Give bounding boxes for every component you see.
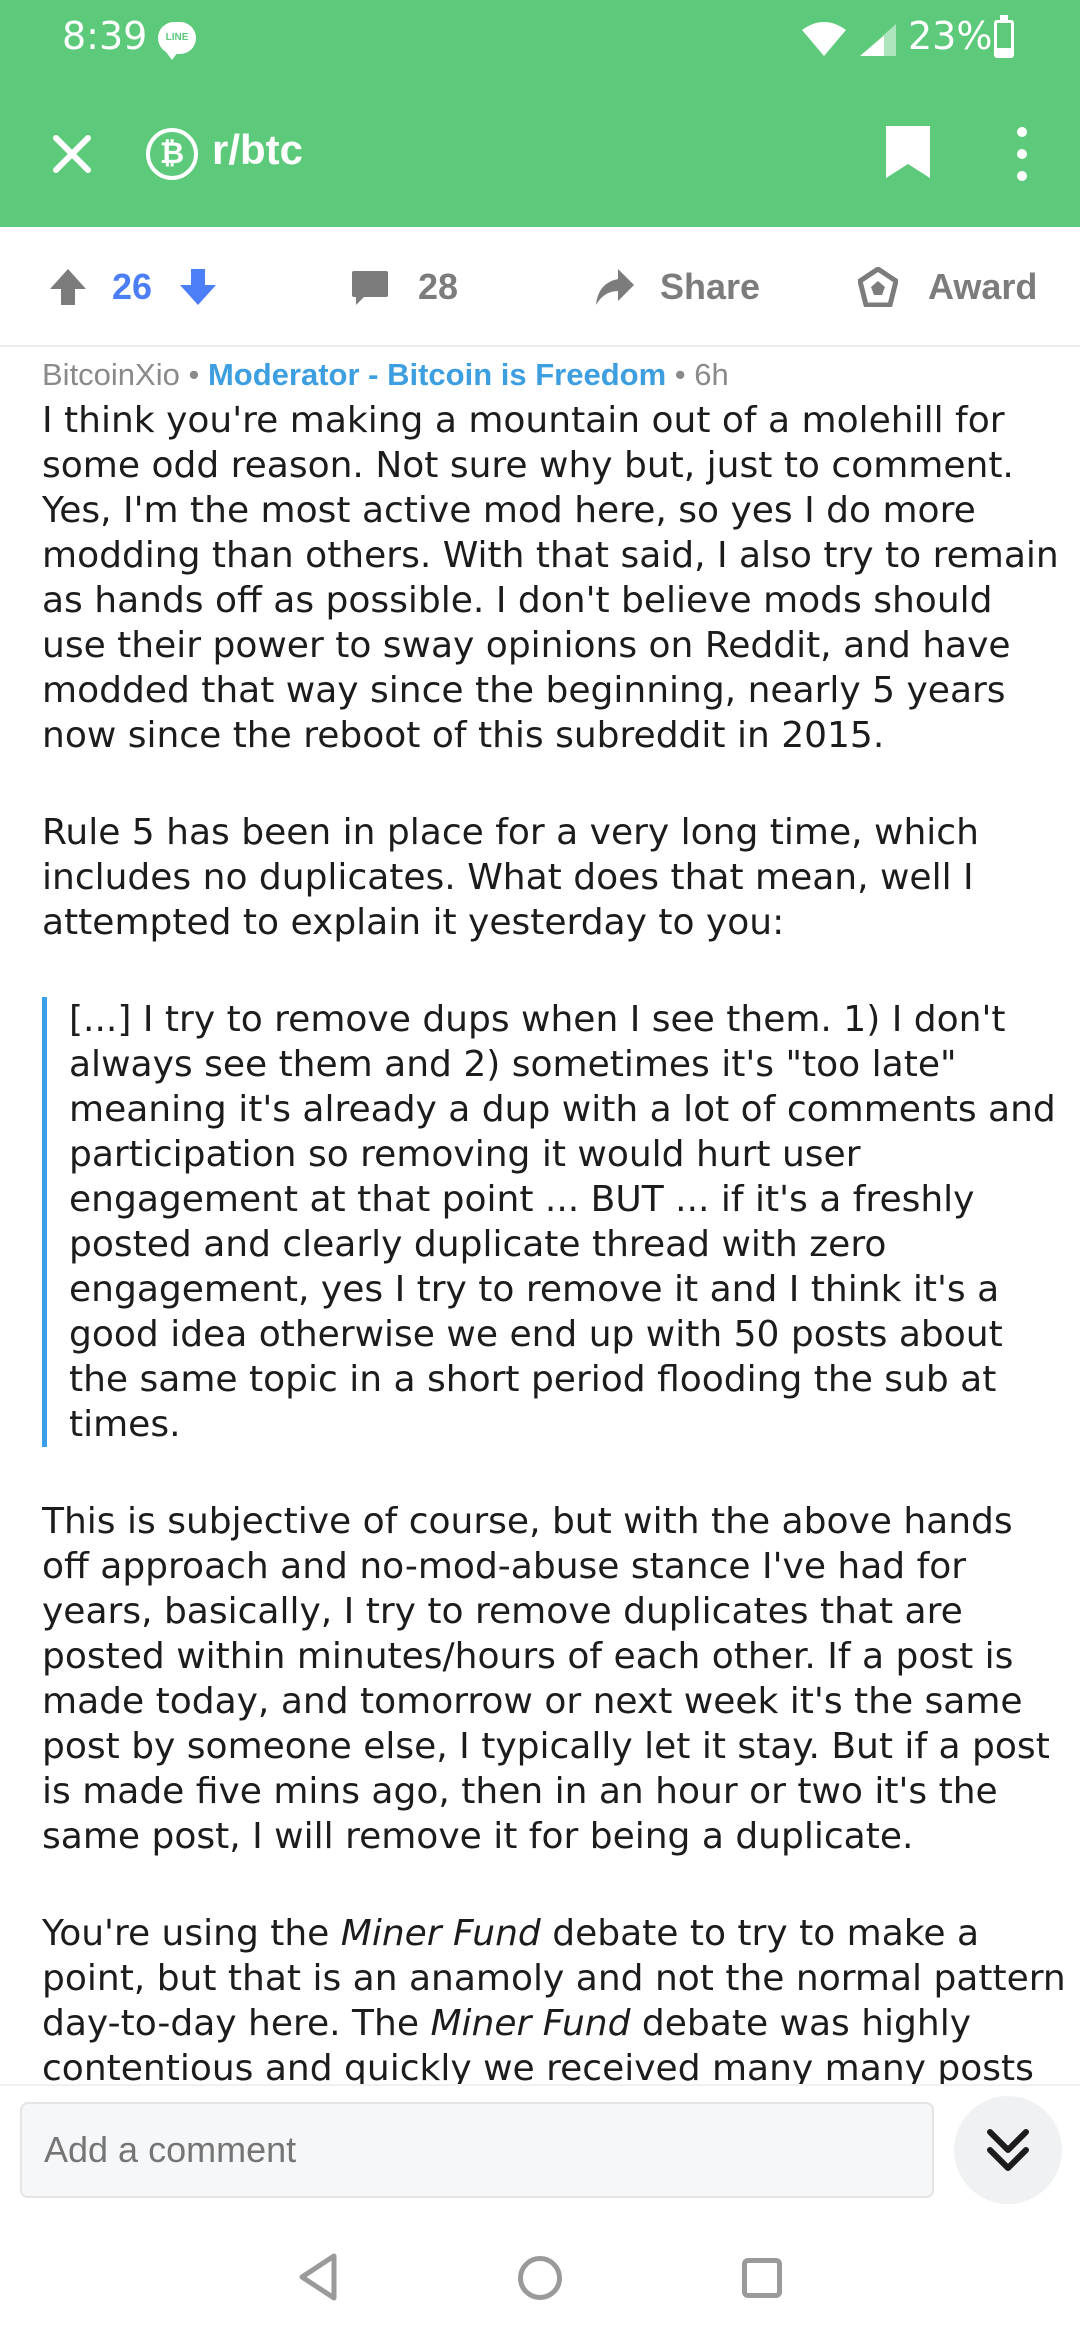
status-time: 8:39	[62, 14, 148, 58]
award-label: Award	[928, 266, 1038, 307]
wifi-icon	[802, 22, 846, 56]
post-action-bar: 26 28 Share Award	[0, 227, 1080, 347]
meta-separator: •	[188, 357, 200, 392]
comment-paragraph: Rule 5 has been in place for a very long…	[42, 812, 979, 943]
recents-icon[interactable]	[742, 2258, 782, 2298]
downvote-button[interactable]	[178, 227, 218, 347]
status-bar: 8:39 LINE 23%	[0, 0, 1080, 80]
comment-meta: BitcoinXio • Moderator - Bitcoin is Free…	[42, 352, 1066, 398]
system-nav-bar	[0, 2220, 1080, 2340]
battery-percent: 23%	[908, 14, 993, 58]
back-icon[interactable]	[296, 2252, 340, 2302]
user-flair: Moderator - Bitcoin is Freedom	[207, 357, 667, 392]
more-vert-icon[interactable]	[1002, 124, 1042, 184]
comment-composer	[0, 2084, 1080, 2220]
upvote-button[interactable]	[48, 227, 88, 347]
add-comment-input[interactable]	[20, 2102, 934, 2198]
comment-author[interactable]: BitcoinXio	[42, 357, 180, 392]
comment-icon	[352, 271, 388, 305]
cell-signal-icon	[860, 24, 896, 56]
collapse-button[interactable]	[954, 2096, 1062, 2204]
text-run: You're using the	[42, 1913, 341, 1954]
comments-button[interactable]: 28	[350, 227, 458, 347]
subreddit-name[interactable]: r/btc	[212, 126, 303, 174]
home-icon[interactable]	[518, 2256, 562, 2300]
quote-text: [...] I try to remove dups when I see th…	[69, 999, 1056, 1445]
comment-age: 6h	[694, 357, 729, 392]
comment-paragraph: This is subjective of course, but with t…	[42, 1501, 1050, 1857]
award-icon	[858, 267, 898, 307]
comment-body: BitcoinXio • Moderator - Bitcoin is Free…	[42, 352, 1066, 2084]
comment-count: 28	[418, 266, 459, 307]
app-bar: ₿ r/btc	[0, 80, 1080, 227]
arrow-up-icon	[50, 269, 86, 305]
battery-icon	[994, 15, 1014, 58]
header: 8:39 LINE 23% ₿ r/btc	[0, 0, 1080, 227]
vote-score: 26	[112, 266, 153, 307]
meta-separator: •	[674, 357, 686, 392]
comment-paragraph: I think you're making a mountain out of …	[42, 400, 1059, 756]
bookmark-icon[interactable]	[884, 124, 932, 180]
italic-text: Miner Fund	[340, 1913, 541, 1954]
share-icon	[596, 269, 634, 305]
close-icon[interactable]	[38, 120, 106, 188]
line-icon: LINE	[158, 22, 196, 60]
bitcoin-icon[interactable]: ₿	[146, 128, 198, 180]
award-button[interactable]: Award	[858, 227, 1037, 347]
arrow-down-icon	[180, 269, 216, 305]
italic-text: Miner Fund	[430, 2003, 631, 2044]
comment-paragraph: You're using the Miner Fund debate to tr…	[42, 1911, 1066, 2084]
share-button[interactable]: Share	[594, 227, 760, 347]
blockquote: [...] I try to remove dups when I see th…	[42, 997, 1066, 1447]
double-chevron-down-icon	[987, 2129, 1029, 2171]
share-label: Share	[660, 266, 761, 307]
